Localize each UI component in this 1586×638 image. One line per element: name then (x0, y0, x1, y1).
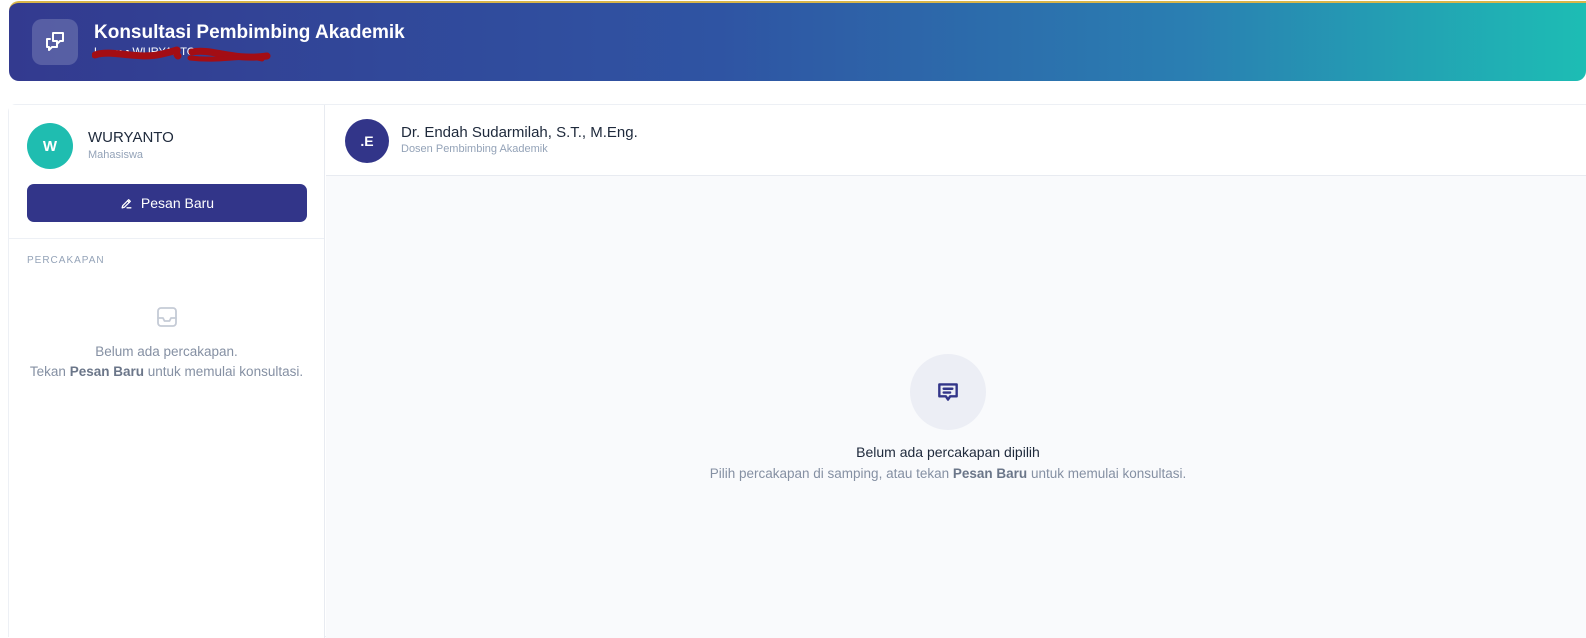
chat-bubbles-icon (32, 19, 78, 65)
user-name: WURYANTO (88, 129, 174, 146)
empty-conversation-list: Belum ada percakapan. Tekan Pesan Baru u… (9, 305, 324, 382)
consultation-card: W WURYANTO Mahasiswa Pesan Baru PERCAKAP… (8, 104, 1586, 638)
pesan-baru-emphasis: Pesan Baru (69, 364, 144, 379)
empty-chat-title: Belum ada percakapan dipilih (856, 444, 1040, 460)
message-icon (910, 354, 986, 430)
empty-chat-description: Pilih percakapan di samping, atau tekan … (709, 466, 1187, 481)
chat-header: .E Dr. Endah Sudarmilah, S.T., M.Eng. Do… (326, 105, 1586, 176)
sidebar-divider (9, 238, 324, 239)
user-role: Mahasiswa (88, 149, 144, 161)
empty-list-line2: Tekan Pesan Baru untuk memulai konsultas… (29, 364, 304, 379)
empty-list-line1: Belum ada percakapan. (95, 344, 238, 359)
user-avatar: W (27, 123, 73, 169)
inbox-icon (155, 305, 179, 334)
lecturer-name: Dr. Endah Sudarmilah, S.T., M.Eng. (401, 124, 638, 141)
new-message-button[interactable]: Pesan Baru (27, 184, 307, 222)
page-header: Konsultasi Pembimbing Akademik L.••••• •… (9, 1, 1586, 81)
lecturer-avatar: .E (345, 119, 389, 163)
page-title: Konsultasi Pembimbing Akademik (94, 22, 405, 43)
conversations-section-label: PERCAKAPAN (27, 255, 105, 266)
lecturer-role: Dosen Pembimbing Akademik (401, 143, 548, 155)
chat-panel: .E Dr. Endah Sudarmilah, S.T., M.Eng. Do… (326, 105, 1586, 638)
new-message-label: Pesan Baru (140, 195, 215, 211)
empty-chat-state: Belum ada percakapan dipilih Pilih perca… (326, 354, 1570, 481)
pen-icon (121, 198, 132, 208)
pesan-baru-emphasis: Pesan Baru (952, 466, 1028, 481)
conversation-sidebar: W WURYANTO Mahasiswa Pesan Baru PERCAKAP… (9, 105, 325, 638)
redaction-scribble (92, 46, 271, 62)
